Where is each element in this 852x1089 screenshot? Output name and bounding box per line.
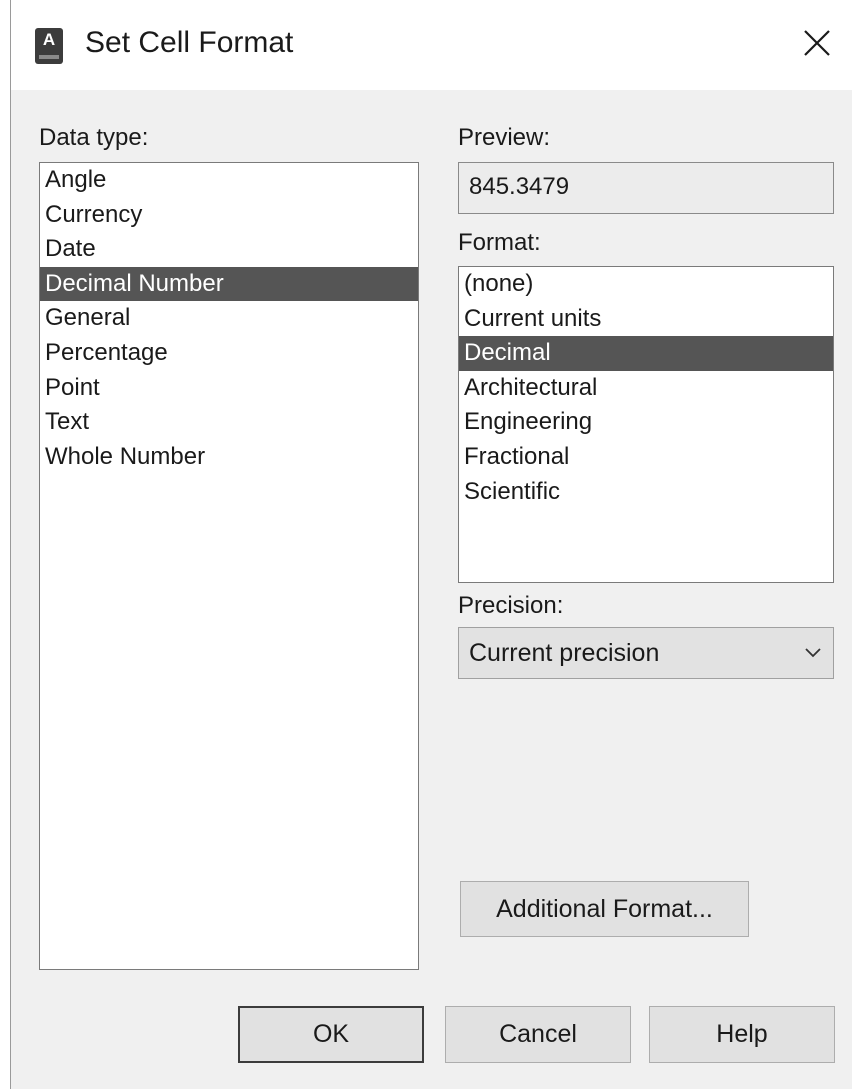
close-button[interactable] [792,18,842,68]
format-list-item[interactable]: Current units [459,302,833,337]
close-icon [804,30,830,56]
data-type-list-item[interactable]: Date [40,232,418,267]
data-type-list-item[interactable]: Percentage [40,336,418,371]
preview-label: Preview: [458,124,551,151]
format-list-item[interactable]: Architectural [459,371,833,406]
help-button[interactable]: Help [649,1006,835,1063]
format-list-item[interactable]: Engineering [459,405,833,440]
data-type-listbox[interactable]: Angle Currency Date Decimal Number General Pe… [39,162,419,970]
dialog-title: Set Cell Format [85,26,294,59]
data-type-list-item[interactable]: Text [40,405,418,440]
format-list-item[interactable]: (none) [459,267,833,302]
data-type-list-item[interactable]: Point [40,371,418,406]
data-type-list-item[interactable]: General [40,301,418,336]
data-type-list-item[interactable]: Whole Number [40,440,418,475]
ok-button[interactable]: OK [238,1006,424,1063]
title-bar: A Set Cell Format [11,0,852,90]
format-label: Format: [458,229,541,256]
format-list-item[interactable]: Decimal [459,336,833,371]
data-type-list-item[interactable]: Angle [40,163,418,198]
precision-value: Current precision [469,639,660,667]
additional-format-button[interactable]: Additional Format... [460,881,749,937]
format-list-item[interactable]: Scientific [459,475,833,510]
data-type-list-item[interactable]: Currency [40,198,418,233]
app-icon-letter: A [42,30,56,49]
data-type-label: Data type: [39,124,149,151]
cancel-button[interactable]: Cancel [445,1006,631,1063]
preview-field: 845.3479 [458,162,834,214]
precision-label: Precision: [458,592,564,619]
set-cell-format-dialog: A Set Cell Format Data type: Angle Curren… [10,0,852,1089]
autocad-app-icon: A [35,28,63,64]
data-type-list-item[interactable]: Decimal Number [40,266,418,302]
precision-dropdown[interactable]: Current precision [458,627,834,679]
format-listbox[interactable]: (none) Current units Decimal Architectural E… [458,266,834,583]
chevron-down-icon [805,648,821,658]
format-list-item[interactable]: Fractional [459,440,833,475]
